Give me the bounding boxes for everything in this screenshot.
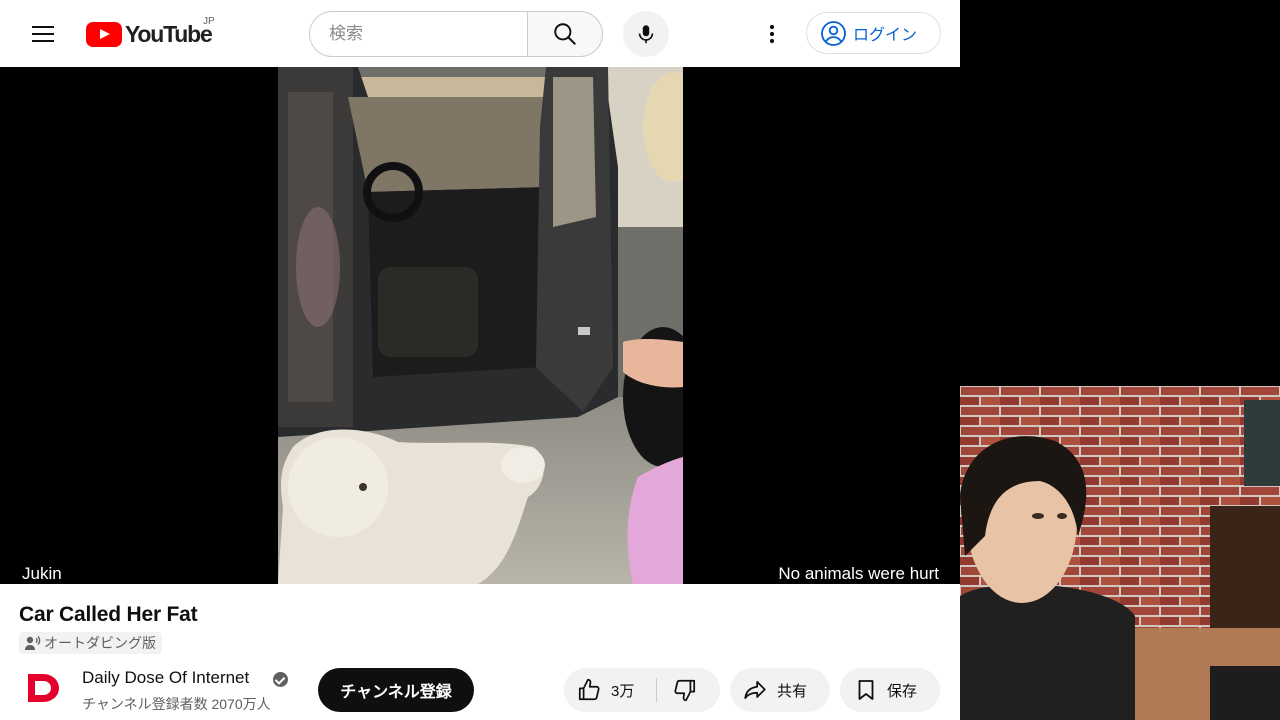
- like-button[interactable]: 3万: [564, 668, 656, 712]
- logo-text: YouTube: [125, 20, 213, 47]
- login-label: ログイン: [853, 27, 918, 44]
- region-code: JP: [203, 16, 215, 27]
- voice-search-button[interactable]: [623, 11, 669, 57]
- dislike-button[interactable]: [658, 668, 720, 712]
- video-title: Car Called Her Fat: [19, 603, 198, 626]
- microphone-icon: [638, 25, 654, 44]
- caption-right: No animals were hurt: [778, 564, 939, 583]
- youtube-page: YouTube JP ログイン: [0, 0, 960, 720]
- search-button[interactable]: [527, 11, 603, 57]
- youtube-logo[interactable]: YouTube JP: [86, 16, 215, 47]
- search-input[interactable]: [309, 11, 528, 57]
- menu-icon[interactable]: [23, 14, 63, 54]
- share-icon: [744, 681, 766, 699]
- youtube-logo-icon: [86, 21, 122, 47]
- share-label: 共有: [777, 682, 808, 700]
- channel-name[interactable]: Daily Dose Of Internet: [82, 668, 249, 688]
- account-circle-icon: [821, 20, 846, 46]
- subscribe-button[interactable]: チャンネル登録: [318, 668, 474, 712]
- share-button[interactable]: 共有: [730, 668, 830, 712]
- more-vert-icon[interactable]: [752, 14, 792, 54]
- channel-avatar[interactable]: [19, 664, 67, 712]
- dubbing-icon: [25, 635, 41, 650]
- verified-icon: [273, 672, 288, 687]
- empty-overlay-area: [960, 0, 1280, 386]
- video-frame: [278, 67, 683, 584]
- thumb-down-icon: [674, 679, 696, 702]
- masthead: YouTube JP ログイン: [0, 0, 960, 67]
- login-button[interactable]: ログイン: [806, 12, 941, 54]
- watermark-left: Jukin: [22, 564, 62, 583]
- save-button[interactable]: 保存: [840, 668, 940, 712]
- auto-dubbing-badge[interactable]: オートダビング版: [19, 632, 162, 654]
- webcam-feed: [960, 386, 1280, 720]
- like-count: 3万: [611, 682, 635, 700]
- save-label: 保存: [887, 682, 918, 700]
- like-dislike-group: 3万: [564, 668, 720, 712]
- search-icon: [554, 23, 576, 45]
- like-divider: [656, 678, 657, 702]
- bookmark-icon: [858, 680, 874, 700]
- thumb-up-icon: [578, 678, 600, 701]
- dubbing-label: オートダビング版: [44, 635, 156, 651]
- subscriber-count: チャンネル登録者数 2070万人: [82, 696, 271, 712]
- video-player[interactable]: Jukin No animals were hurt: [0, 67, 960, 584]
